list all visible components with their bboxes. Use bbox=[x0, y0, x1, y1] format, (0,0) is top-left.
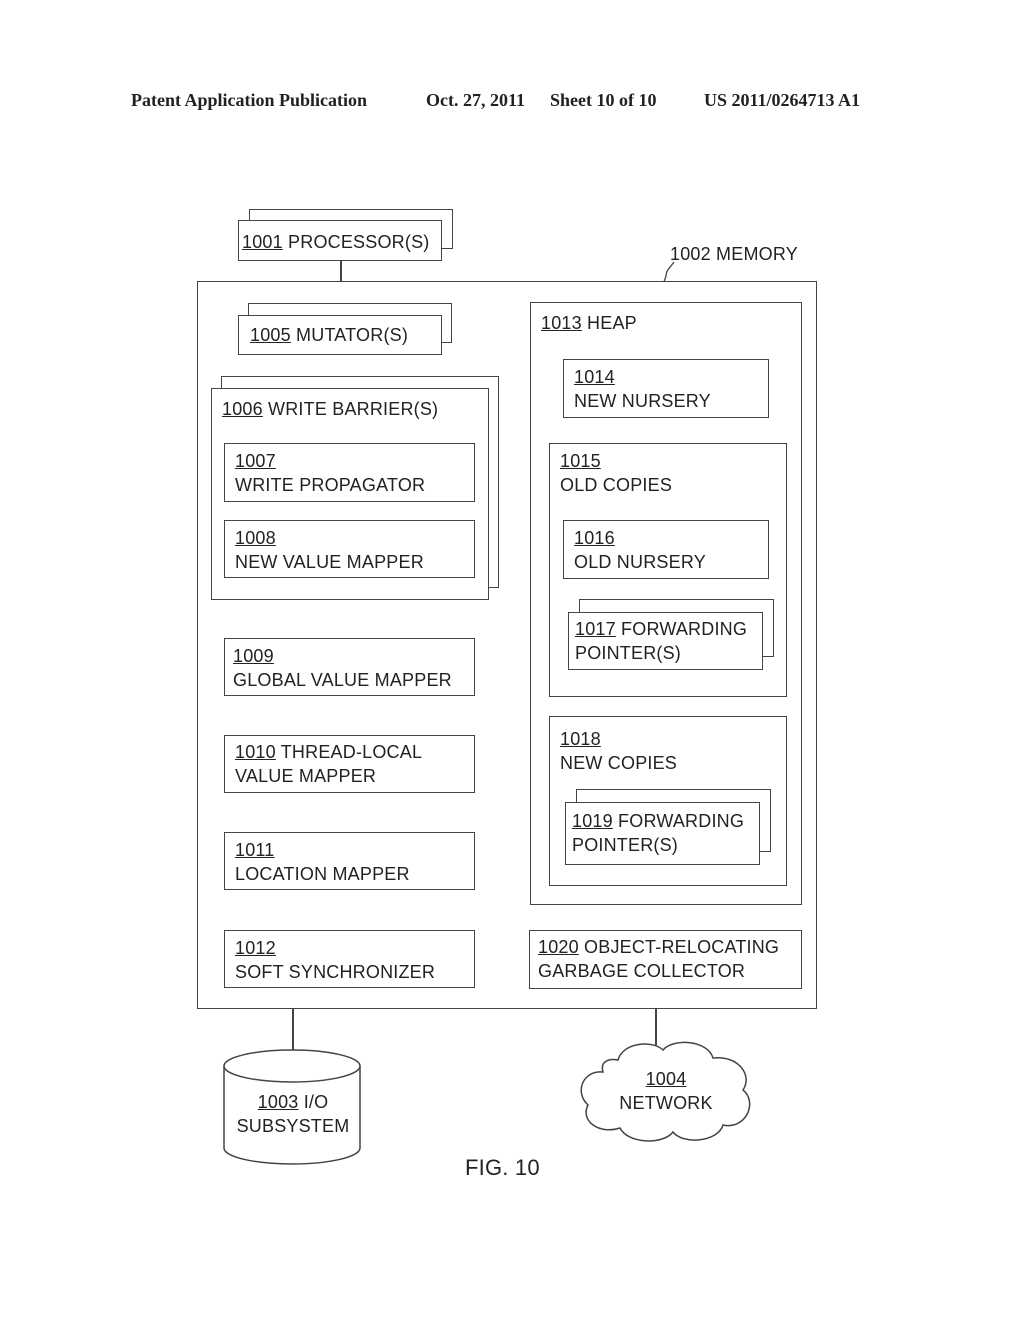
old-copies-ref: 1015 bbox=[560, 451, 601, 471]
network-ref: 1004 bbox=[645, 1069, 687, 1089]
old-copies-label: OLD COPIES bbox=[560, 475, 673, 495]
processor-box: 1001 PROCESSOR(S) bbox=[238, 220, 442, 261]
io-subsystem-label: 1003 I/O SUBSYSTEM bbox=[236, 1092, 350, 1136]
write-barrier-label: WRITE BARRIER(S) bbox=[268, 399, 439, 419]
mutator-ref: 1005 bbox=[250, 325, 291, 345]
global-value-mapper-box: 1009 GLOBAL VALUE MAPPER bbox=[224, 638, 475, 696]
gc-label-2: GARBAGE COLLECTOR bbox=[538, 961, 746, 981]
io-ref: 1003 bbox=[257, 1092, 299, 1112]
new-nursery-box: 1014 NEW NURSERY bbox=[563, 359, 769, 418]
publication-date: Oct. 27, 2011 bbox=[426, 90, 525, 110]
old-nursery-ref: 1016 bbox=[574, 528, 615, 548]
fwd-ptr-new-ref: 1019 bbox=[572, 811, 613, 831]
garbage-collector-box: 1020 OBJECT-RELOCATING GARBAGE COLLECTOR bbox=[529, 930, 802, 989]
thread-local-label-2: VALUE MAPPER bbox=[235, 766, 377, 786]
location-mapper-ref: 1011 bbox=[235, 840, 275, 860]
location-mapper-box: 1011 LOCATION MAPPER bbox=[224, 832, 475, 890]
heap-ref: 1013 bbox=[541, 313, 582, 333]
write-barrier-ref: 1006 bbox=[222, 399, 263, 419]
fwd-ptr-old-ref: 1017 bbox=[575, 619, 616, 639]
write-propagator-label: WRITE PROPAGATOR bbox=[235, 475, 426, 495]
mutator-box: 1005 MUTATOR(S) bbox=[238, 315, 442, 355]
processor-label: PROCESSOR(S) bbox=[288, 232, 430, 252]
fwd-ptr-new-label-2: POINTER(S) bbox=[572, 835, 679, 855]
fwd-ptr-new-label: FORWARDING bbox=[618, 811, 745, 831]
new-value-mapper-box: 1008 NEW VALUE MAPPER bbox=[224, 520, 475, 578]
soft-synchronizer-box: 1012 SOFT SYNCHRONIZER bbox=[224, 930, 475, 988]
global-value-mapper-label: GLOBAL VALUE MAPPER bbox=[233, 670, 452, 690]
sheet-number: Sheet 10 of 10 bbox=[550, 90, 657, 110]
forwarding-pointers-new-box: 1019 FORWARDING POINTER(S) bbox=[565, 802, 760, 865]
fwd-ptr-old-label: FORWARDING bbox=[621, 619, 748, 639]
write-propagator-box: 1007 WRITE PROPAGATOR bbox=[224, 443, 475, 502]
new-value-mapper-label: NEW VALUE MAPPER bbox=[235, 552, 424, 572]
thread-local-value-mapper-box: 1010 THREAD-LOCAL VALUE MAPPER bbox=[224, 735, 475, 793]
new-copies-label: NEW COPIES bbox=[560, 753, 678, 773]
memory-label: 1002 MEMORY bbox=[670, 244, 798, 264]
new-nursery-label: NEW NURSERY bbox=[574, 391, 711, 411]
publication-label: Patent Application Publication bbox=[131, 90, 368, 110]
fwd-ptr-old-label-2: POINTER(S) bbox=[575, 643, 682, 663]
new-value-mapper-ref: 1008 bbox=[235, 528, 276, 548]
patent-number: US 2011/0264713 A1 bbox=[704, 90, 861, 110]
processor-memory-connector bbox=[340, 261, 342, 282]
gc-label: OBJECT-RELOCATING bbox=[584, 937, 780, 957]
thread-local-label: THREAD-LOCAL bbox=[280, 742, 423, 762]
location-mapper-label: LOCATION MAPPER bbox=[235, 864, 410, 884]
figure-label: FIG. 10 bbox=[465, 1155, 540, 1180]
forwarding-pointers-old-box: 1017 FORWARDING POINTER(S) bbox=[568, 612, 763, 670]
new-nursery-ref: 1014 bbox=[574, 367, 615, 387]
heap-label: HEAP bbox=[587, 313, 637, 333]
soft-sync-label: SOFT SYNCHRONIZER bbox=[235, 962, 436, 982]
mutator-label: MUTATOR(S) bbox=[296, 325, 409, 345]
write-propagator-ref: 1007 bbox=[235, 451, 276, 471]
soft-sync-ref: 1012 bbox=[235, 938, 276, 958]
global-value-mapper-ref: 1009 bbox=[233, 646, 274, 666]
processor-ref: 1001 bbox=[242, 232, 283, 252]
network-label: 1004 NETWORK bbox=[619, 1069, 713, 1113]
thread-local-ref: 1010 bbox=[235, 742, 276, 762]
new-copies-ref: 1018 bbox=[560, 729, 601, 749]
gc-ref: 1020 bbox=[538, 937, 579, 957]
old-nursery-label: OLD NURSERY bbox=[574, 552, 706, 572]
old-nursery-box: 1016 OLD NURSERY bbox=[563, 520, 769, 579]
